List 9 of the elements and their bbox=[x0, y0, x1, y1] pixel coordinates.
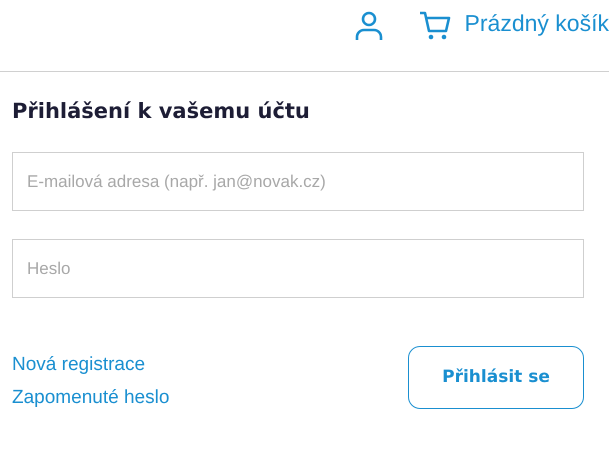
input-field[interactable]: Heslo bbox=[12, 239, 584, 298]
form-title: Přihlášení k vašemu účtu bbox=[12, 98, 311, 125]
link[interactable]: Nová registrace bbox=[12, 352, 170, 377]
cart-link[interactable]: Prázdný košík bbox=[464, 10, 609, 37]
login-button[interactable]: Přihlásit se bbox=[408, 346, 584, 408]
link[interactable]: Zapomenuté heslo bbox=[12, 385, 170, 410]
input-field[interactable]: E-mailová adresa (např. jan@novak.cz) bbox=[12, 152, 584, 211]
user-icon[interactable] bbox=[354, 10, 383, 40]
cart-icon[interactable] bbox=[418, 10, 451, 40]
